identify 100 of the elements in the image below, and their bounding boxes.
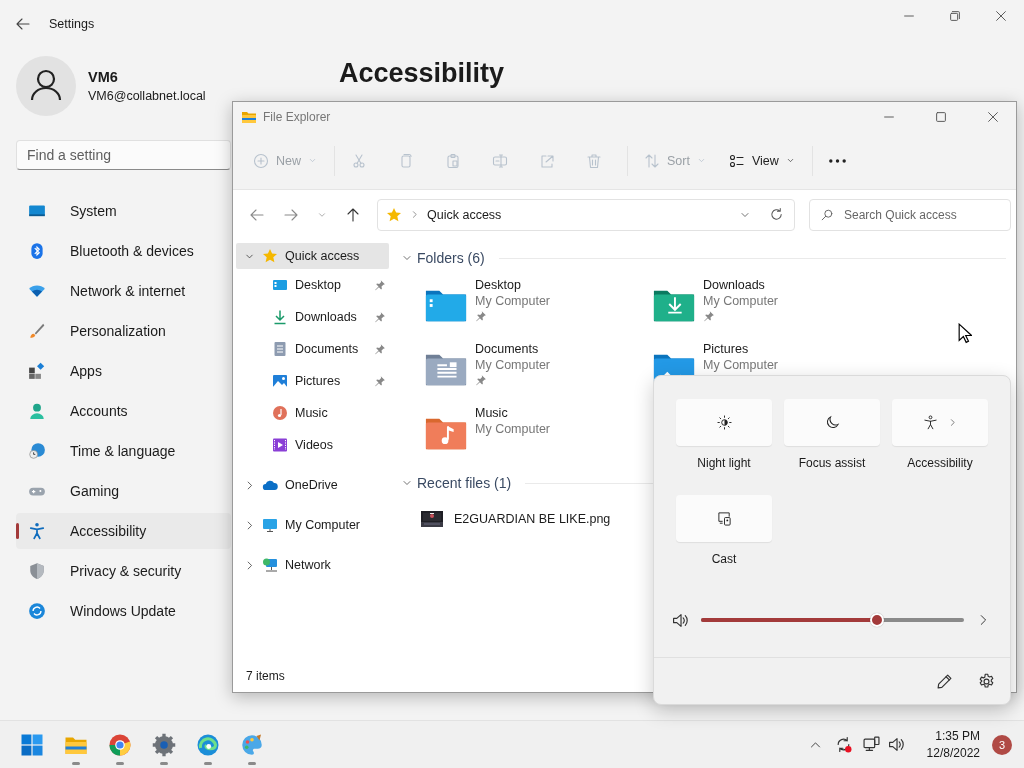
back-icon [15,16,31,32]
clock-button[interactable]: 1:35 PM 12/8/2022 [910,727,990,762]
nav-item[interactable]: System [16,193,231,229]
settings-icon [977,672,995,690]
chevron-down-icon [308,156,317,165]
nav-item[interactable]: Accessibility [16,513,231,549]
up-arrow-icon [345,206,361,223]
music-icon [272,405,288,421]
nav-item[interactable]: Windows Update [16,593,231,629]
folder-name[interactable]: Desktop [475,278,551,292]
bluetooth-icon [28,242,46,260]
tree-item[interactable]: Videos [236,429,389,461]
folder-location: My Computer [703,294,779,308]
window-title: File Explorer [263,110,331,124]
slider-thumb[interactable] [870,613,885,627]
folder-name[interactable]: Downloads [703,278,779,292]
nav-item[interactable]: Personalization [16,313,231,349]
nav-item[interactable]: Network & internet [16,273,231,309]
restore-icon [948,9,962,23]
desktop-icon [272,277,288,293]
clock-icon [28,442,46,460]
palette-icon [240,732,264,757]
folder-icon [241,109,257,125]
shield-icon [28,562,46,580]
nav-item[interactable]: Gaming [16,473,231,509]
search-field[interactable]: Find a setting [16,140,231,170]
tree-item[interactable]: OneDrive [236,469,389,501]
accessibility-icon [923,415,938,430]
view-button[interactable]: View [720,142,803,179]
folder-location: My Computer [475,358,551,372]
address-text: Quick access [427,207,502,222]
tile-label: Cast [711,552,737,566]
tile-label: Night light [697,456,751,470]
folder-name[interactable]: Pictures [703,342,779,356]
window-title: Settings [49,17,95,31]
mute-button[interactable] [672,611,689,629]
sun-icon [716,415,732,430]
network-icon [262,557,278,573]
close-icon [986,110,1000,124]
nav-item[interactable]: Accounts [16,393,231,429]
settings-icon [152,732,176,757]
file-name[interactable]: E2GUARDIAN BE LIKE.png [454,512,611,526]
notification-badge[interactable]: 3 [992,734,1012,755]
refresh-icon [769,207,784,222]
tile-label: Accessibility [907,456,973,470]
moon-icon [824,415,840,430]
browser-icon [196,732,220,757]
quick-tile[interactable] [784,399,880,446]
person-icon [28,402,46,420]
tree-item[interactable]: Pictures [236,365,389,397]
nav-item[interactable]: Apps [16,353,231,389]
maximize-icon [934,110,948,124]
nav-item[interactable]: Time & language [16,433,231,469]
folder-name[interactable]: Music [475,406,551,420]
cursor-icon [958,323,972,344]
folder-name[interactable]: Documents [475,342,551,356]
close-icon [994,9,1008,23]
browser-icon [108,732,132,757]
tree-item[interactable]: Desktop [236,269,389,301]
tree-item[interactable]: Downloads [236,301,389,333]
search-field[interactable]: Search Quick access [809,198,1011,231]
accessibility-icon [28,522,46,540]
user-name: VM6 [88,69,119,85]
brush-icon [28,322,46,340]
quick-tile[interactable] [676,399,772,446]
windows-icon [20,732,44,757]
address-bar[interactable]: Quick access [377,198,795,231]
user-email: VM6@collabnet.local [88,89,206,103]
video-icon [272,437,288,453]
download-icon [272,309,288,325]
chevron-right-icon [410,210,419,219]
section-header: Folders (6) [417,250,485,266]
page-title: Accessibility [339,58,505,89]
nav-item[interactable]: Privacy & security [16,553,231,589]
volume-slider[interactable] [701,613,964,627]
sync-icon [835,736,853,753]
pencil-icon [935,672,953,690]
update-icon [28,602,46,620]
tree-item[interactable]: Music [236,397,389,429]
document-icon [272,341,288,357]
network-icon [862,736,880,753]
quick-tile[interactable] [676,495,772,542]
tree-item[interactable]: Network [236,549,389,581]
tree-item[interactable]: Quick access [236,243,389,269]
status-text: 7 items [246,668,285,685]
chevron-down-icon [696,156,706,165]
quick-tile[interactable] [892,399,988,446]
tree-item[interactable]: My Computer [236,509,389,541]
speaker-icon [672,611,689,629]
image-icon [272,373,288,389]
folder-location: My Computer [703,358,779,372]
avatar-icon [16,56,76,116]
speaker-icon [887,736,905,753]
folder-location: My Computer [475,422,551,436]
tree-item[interactable]: Documents [236,333,389,365]
chevron-down-icon [785,156,795,165]
nav-item[interactable]: Bluetooth & devices [16,233,231,269]
section-header: Recent files (1) [417,475,512,491]
apps-icon [28,362,46,380]
tile-label: Focus assist [798,456,866,470]
